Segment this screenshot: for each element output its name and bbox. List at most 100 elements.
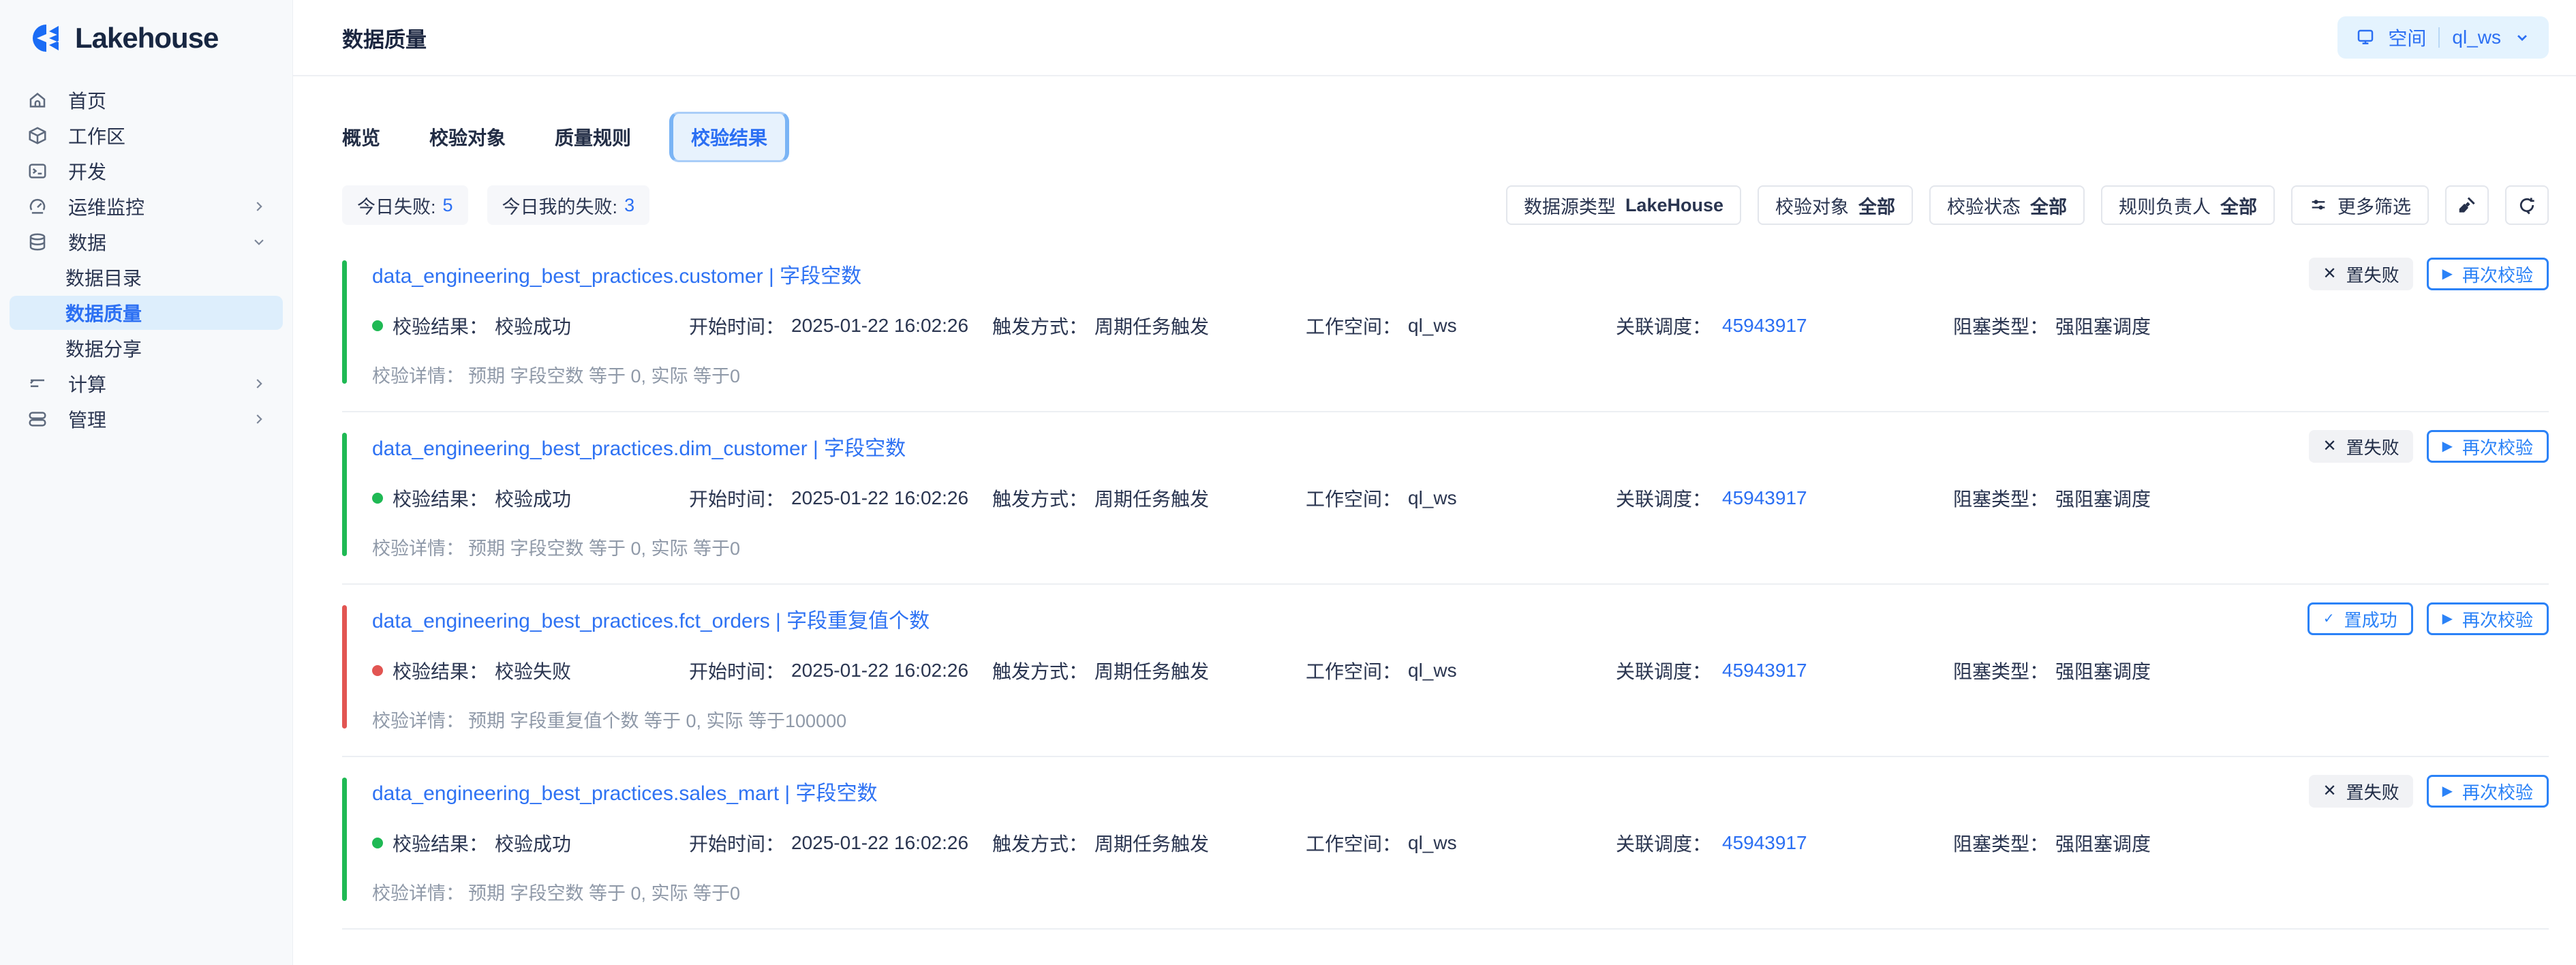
workspace-value: ql_ws bbox=[1408, 832, 1457, 854]
revalidate-button[interactable]: ▶ 再次校验 bbox=[2427, 430, 2549, 463]
validation-result-card: data_engineering_best_practices.fct_orde… bbox=[342, 585, 2549, 757]
detail-label: 校验详情： bbox=[372, 538, 464, 559]
play-icon: ▶ bbox=[2442, 440, 2453, 453]
sidebar-item-data-sharing[interactable]: 数据分享 bbox=[10, 331, 283, 365]
tab-validation-objects[interactable]: 校验对象 bbox=[429, 123, 506, 151]
status-stripe bbox=[342, 433, 347, 556]
status-dot bbox=[372, 838, 383, 848]
button-label: 置失败 bbox=[2346, 779, 2399, 804]
schedule-id-link[interactable]: 45943917 bbox=[1722, 487, 1807, 509]
page-header: 数据质量 空间 ql_ws bbox=[293, 0, 2576, 76]
card-actions: ✕ 置失败 ▶ 再次校验 bbox=[2309, 430, 2549, 463]
result-title-link[interactable]: data_engineering_best_practices.customer… bbox=[372, 259, 861, 289]
status-dot bbox=[372, 665, 383, 676]
revalidate-button[interactable]: ▶ 再次校验 bbox=[2427, 602, 2549, 635]
sidebar-item-data-quality[interactable]: 数据质量 bbox=[10, 296, 283, 330]
close-icon: ✕ bbox=[2322, 266, 2336, 282]
more-filters-button[interactable]: 更多筛选 bbox=[2291, 185, 2429, 225]
workspace-value: ql_ws bbox=[1408, 660, 1457, 681]
detail-label: 校验详情： bbox=[372, 366, 464, 386]
sidebar-nav: 首页 工作区 开发 运维监控 bbox=[0, 76, 292, 444]
sidebar-item-compute[interactable]: 计算 bbox=[10, 367, 283, 401]
meta-label: 触发方式： bbox=[992, 829, 1088, 857]
meta-label: 校验结果： bbox=[393, 485, 488, 512]
validation-result-list: data_engineering_best_practices.customer… bbox=[342, 240, 2549, 930]
meta-label: 校验结果： bbox=[393, 312, 488, 339]
block-type: 强阻塞调度 bbox=[2055, 657, 2151, 684]
chevron-right-icon bbox=[250, 198, 268, 215]
page-content: 概览 校验对象 质量规则 校验结果 今日失败: 5 今日我的失败: 3 数据源类… bbox=[293, 76, 2576, 930]
filter-value: 全部 bbox=[2220, 192, 2257, 219]
filter-datasource-type[interactable]: 数据源类型 LakeHouse bbox=[1506, 185, 1741, 225]
result-status: 校验失败 bbox=[495, 657, 571, 684]
set-fail-button[interactable]: ✕ 置失败 bbox=[2309, 430, 2412, 463]
meta-label: 关联调度： bbox=[1616, 829, 1711, 857]
refresh-icon-button[interactable] bbox=[2505, 185, 2549, 225]
schedule-id-link[interactable]: 45943917 bbox=[1722, 315, 1807, 337]
schedule-id-link[interactable]: 45943917 bbox=[1722, 660, 1807, 681]
start-time: 2025-01-22 16:02:26 bbox=[791, 660, 968, 681]
sidebar-item-label: 计算 bbox=[68, 370, 106, 397]
status-dot bbox=[372, 493, 383, 504]
result-title-link[interactable]: data_engineering_best_practices.sales_ma… bbox=[372, 776, 878, 806]
filter-validation-object[interactable]: 校验对象 全部 bbox=[1758, 185, 1913, 225]
tab-overview[interactable]: 概览 bbox=[342, 123, 380, 151]
result-title-link[interactable]: data_engineering_best_practices.dim_cust… bbox=[372, 431, 906, 461]
filter-validation-status[interactable]: 校验状态 全部 bbox=[1929, 185, 2085, 225]
result-detail-row: 校验详情：预期 字段空数 等于 0, 实际 等于0 bbox=[372, 534, 2549, 560]
set-fail-button[interactable]: ✕ 置失败 bbox=[2309, 258, 2412, 290]
meta-label: 关联调度： bbox=[1616, 657, 1711, 684]
revalidate-button[interactable]: ▶ 再次校验 bbox=[2427, 775, 2549, 808]
play-icon: ▶ bbox=[2442, 784, 2453, 798]
page-title: 数据质量 bbox=[342, 22, 427, 53]
result-status: 校验成功 bbox=[495, 829, 571, 857]
set-fail-button[interactable]: ✕ 置失败 bbox=[2309, 775, 2412, 808]
sidebar-item-data[interactable]: 数据 bbox=[10, 225, 283, 259]
workspace-value: ql_ws bbox=[1408, 315, 1457, 337]
sidebar-item-develop[interactable]: 开发 bbox=[10, 154, 283, 188]
result-status: 校验成功 bbox=[495, 312, 571, 339]
set-success-button[interactable]: ✓ 置成功 bbox=[2307, 602, 2413, 635]
sidebar-item-home[interactable]: 首页 bbox=[10, 83, 283, 117]
brand-logo[interactable]: Lakehouse bbox=[0, 0, 292, 76]
play-icon: ▶ bbox=[2442, 267, 2453, 281]
result-title-link[interactable]: data_engineering_best_practices.fct_orde… bbox=[372, 604, 930, 634]
result-meta-row: 校验结果：校验成功 开始时间：2025-01-22 16:02:26 触发方式：… bbox=[372, 485, 2549, 512]
stat-value: 5 bbox=[443, 195, 453, 216]
card-actions: ✕ 置失败 ▶ 再次校验 bbox=[2309, 775, 2549, 808]
trigger-type: 周期任务触发 bbox=[1094, 829, 1209, 857]
result-meta-row: 校验结果：校验成功 开始时间：2025-01-22 16:02:26 触发方式：… bbox=[372, 312, 2549, 339]
close-icon: ✕ bbox=[2322, 783, 2336, 799]
workspace-value: ql_ws bbox=[1408, 487, 1457, 509]
sidebar-item-label: 工作区 bbox=[68, 122, 125, 149]
meta-label: 工作空间： bbox=[1306, 829, 1401, 857]
main-area: 数据质量 空间 ql_ws 概览 校验对象 质量规则 校验结果 bbox=[293, 0, 2576, 965]
filter-rule-owner[interactable]: 规则负责人 全部 bbox=[2101, 185, 2275, 225]
detail-label: 校验详情： bbox=[372, 711, 464, 731]
meta-label: 校验结果： bbox=[393, 657, 488, 684]
sidebar-item-label: 首页 bbox=[68, 87, 106, 114]
workspace-selector-label: 空间 bbox=[2388, 24, 2426, 51]
meta-label: 开始时间： bbox=[689, 312, 784, 339]
schedule-id-link[interactable]: 45943917 bbox=[1722, 832, 1807, 854]
chevron-right-icon bbox=[250, 375, 268, 393]
filter-label: 数据源类型 bbox=[1524, 192, 1616, 219]
button-label: 置成功 bbox=[2344, 607, 2397, 632]
clear-filters-button[interactable] bbox=[2445, 185, 2489, 225]
result-detail-row: 校验详情：预期 字段空数 等于 0, 实际 等于0 bbox=[372, 878, 2549, 905]
sidebar-item-workspace[interactable]: 工作区 bbox=[10, 119, 283, 153]
meta-label: 校验结果： bbox=[393, 829, 488, 857]
meta-label: 开始时间： bbox=[689, 485, 784, 512]
sidebar-item-data-catalog[interactable]: 数据目录 bbox=[10, 260, 283, 294]
sidebar-item-ops-monitoring[interactable]: 运维监控 bbox=[10, 189, 283, 224]
server-icon bbox=[26, 408, 49, 431]
list-lines-icon bbox=[26, 372, 49, 395]
result-status: 校验成功 bbox=[495, 485, 571, 512]
workspace-selector[interactable]: 空间 ql_ws bbox=[2337, 16, 2549, 59]
sidebar-item-admin[interactable]: 管理 bbox=[10, 402, 283, 436]
tab-quality-rules[interactable]: 质量规则 bbox=[555, 123, 631, 151]
meta-label: 阻塞类型： bbox=[1953, 829, 2049, 857]
filter-label: 规则负责人 bbox=[2119, 192, 2211, 219]
tab-validation-results[interactable]: 校验结果 bbox=[669, 112, 789, 162]
revalidate-button[interactable]: ▶ 再次校验 bbox=[2427, 258, 2549, 290]
